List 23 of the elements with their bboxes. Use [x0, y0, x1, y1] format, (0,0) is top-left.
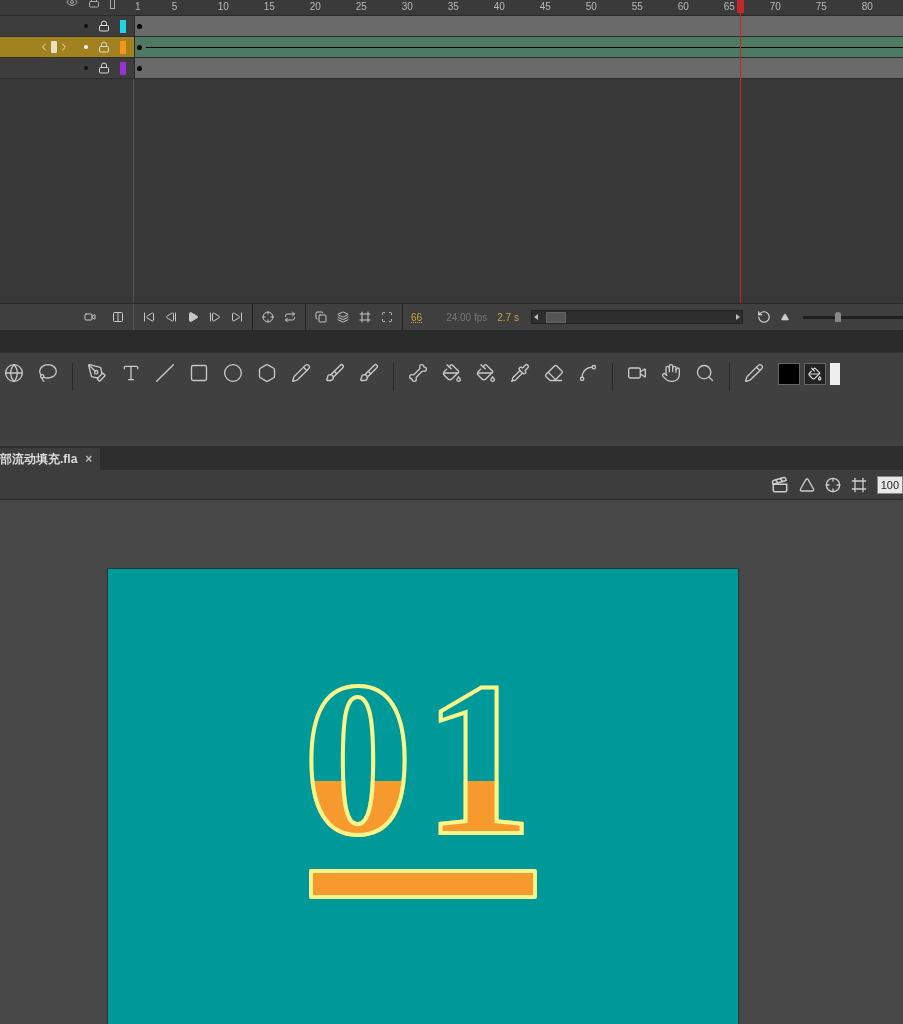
close-button[interactable]: × — [85, 450, 93, 468]
frame-number: 70 — [769, 0, 781, 13]
frame-number: 45 — [539, 0, 551, 13]
frame-number: 30 — [401, 0, 413, 13]
frame-number: 65 — [723, 0, 735, 13]
frame-number: 75 — [815, 0, 827, 13]
document-tab[interactable]: 部流动填充.fla × — [0, 448, 101, 470]
elapsed-time[interactable]: 2.7 s — [497, 309, 519, 325]
frame-number: 60 — [677, 0, 689, 13]
frame-number: 55 — [631, 0, 643, 13]
frame-number: 25 — [355, 0, 367, 13]
zoom-field[interactable]: 100 — [876, 475, 903, 494]
frame-number: 35 — [447, 0, 459, 13]
frame-number: 20 — [309, 0, 321, 13]
frame-number: 1 — [135, 0, 141, 13]
current-frame[interactable]: 66 — [411, 309, 423, 325]
frame-number: 15 — [263, 0, 275, 13]
tab-title: 部流动填充.fla — [0, 451, 78, 468]
frame-number: 10 — [217, 0, 229, 13]
frame-number: 80 — [861, 0, 873, 13]
frame-number: 5 — [171, 0, 178, 13]
frame-number: 50 — [585, 0, 597, 13]
frame-number: 40 — [493, 0, 505, 13]
